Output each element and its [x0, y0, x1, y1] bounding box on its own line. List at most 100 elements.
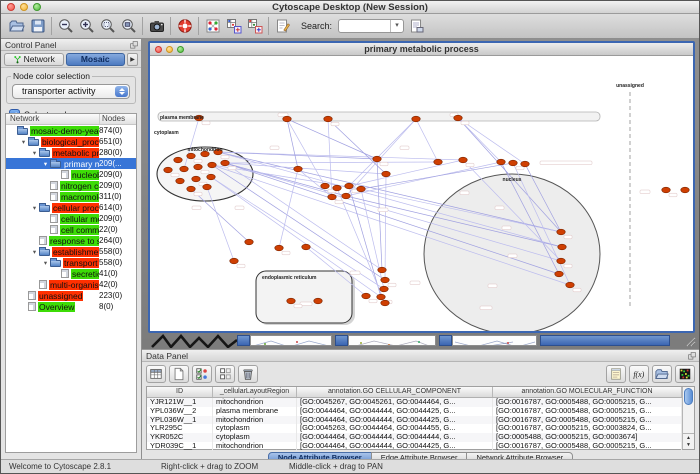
network-node[interactable] [192, 176, 200, 182]
scroll-up-icon[interactable]: ▲ [686, 435, 691, 442]
network-node[interactable] [230, 258, 238, 264]
network-node[interactable] [558, 244, 566, 250]
network-node[interactable] [345, 183, 353, 189]
tree-row[interactable]: macromolecule 311(0) [6, 191, 136, 202]
network-node[interactable] [287, 298, 295, 304]
network-edge[interactable] [218, 152, 463, 160]
vizmapper-icon[interactable] [202, 16, 223, 37]
tree-row[interactable]: unassigned 223(0) [6, 290, 136, 301]
network-node[interactable] [221, 160, 229, 166]
import-attributes-icon[interactable] [652, 365, 672, 383]
tree-row[interactable]: ▾ cellular process 614(0) [6, 202, 136, 213]
network-node[interactable] [328, 194, 336, 200]
float-icon[interactable] [687, 351, 697, 361]
network-node[interactable] [174, 157, 182, 163]
background-window-preview[interactable] [452, 335, 537, 346]
network-node[interactable] [380, 286, 388, 292]
zoom-fit-icon[interactable] [118, 16, 139, 37]
network-edge[interactable] [377, 159, 382, 270]
search-input[interactable] [341, 20, 389, 32]
network-node[interactable] [557, 258, 565, 264]
network-node[interactable] [412, 116, 420, 122]
tree-row[interactable]: multi-organism pro 42(0) [6, 279, 136, 290]
network-edge[interactable] [225, 162, 438, 163]
network-node[interactable] [180, 166, 188, 172]
app-titlebar[interactable]: Cytoscape Desktop (New Session) [1, 1, 699, 14]
network-edge[interactable] [287, 119, 298, 169]
annotation-icon[interactable] [272, 16, 293, 37]
tree-row[interactable]: secretion 41(0) [6, 268, 136, 279]
column-header-molecular-function[interactable]: annotation.GO MOLECULAR_FUNCTION [493, 387, 682, 397]
scroll-down-icon[interactable]: ▼ [686, 442, 691, 449]
disclosure-triangle-icon[interactable]: ▾ [41, 259, 50, 267]
network-edge[interactable] [349, 160, 463, 186]
clear-selection-icon[interactable] [215, 365, 235, 383]
table-row[interactable]: YPL036W__1 mitochondrion [GO:0044464, GO… [147, 416, 682, 425]
network-edge[interactable] [416, 119, 438, 162]
network-node[interactable] [208, 162, 216, 168]
tab-scroll-right-button[interactable]: ▶ [127, 53, 138, 66]
network-node[interactable] [434, 159, 442, 165]
background-window-preview[interactable] [348, 335, 436, 346]
table-row[interactable]: YPL036W__2 plasma membrane [GO:0044464, … [147, 407, 682, 416]
background-window-titlebar[interactable] [439, 335, 452, 346]
network-node[interactable] [381, 277, 389, 283]
background-window-preview[interactable] [250, 335, 332, 346]
network-node[interactable] [321, 183, 329, 189]
tree-row[interactable]: ▾ biological_process 651(0) [6, 136, 136, 147]
network-node[interactable] [203, 184, 211, 190]
network-canvas[interactable]: plasma membranecytoplasmmitochondrionnuc… [150, 56, 693, 331]
network-node[interactable] [662, 187, 670, 193]
select-attributes-icon[interactable] [192, 365, 212, 383]
network-node[interactable] [555, 271, 563, 277]
resize-grip-icon[interactable] [685, 336, 696, 347]
node-color-attribute-select[interactable]: transporter activity [12, 84, 130, 99]
tree-row[interactable]: ▾ transport 558(0) [6, 257, 136, 268]
network-edge[interactable] [385, 174, 386, 280]
delete-attribute-icon[interactable] [238, 365, 258, 383]
open-icon[interactable] [6, 16, 27, 37]
tree-row[interactable]: response to stimul 264(0) [6, 235, 136, 246]
network-node[interactable] [362, 293, 370, 299]
column-header-region[interactable]: _cellularLayoutRegion [213, 387, 297, 397]
table-scrollbar[interactable]: ▲ ▼ [682, 387, 694, 449]
network-node[interactable] [176, 178, 184, 184]
network-node[interactable] [164, 167, 172, 173]
network-node[interactable] [207, 174, 215, 180]
background-window-titlebar[interactable] [540, 335, 670, 346]
column-header-id[interactable]: ID [147, 387, 213, 397]
tree-row[interactable]: ▾ primary metabo 209(... [6, 158, 136, 169]
network-node[interactable] [373, 156, 381, 162]
network-node[interactable] [509, 160, 517, 166]
column-header-cellular-component[interactable]: annotation.GO CELLULAR_COMPONENT [297, 387, 493, 397]
background-window-titlebar[interactable] [237, 335, 250, 346]
table-row[interactable]: YLR295C cytoplasm [GO:0045263, GO:004446… [147, 424, 682, 433]
network-node[interactable] [302, 244, 310, 250]
formula-icon[interactable]: f(x) [629, 365, 649, 383]
network-node[interactable] [454, 115, 462, 121]
tree-row[interactable]: nitrogen compo 209(0) [6, 180, 136, 191]
tab-mosaic[interactable]: Mosaic [66, 53, 126, 66]
network-node[interactable] [681, 187, 689, 193]
network-node[interactable] [333, 185, 341, 191]
tree-row[interactable]: mosaic-demo-yeast 874(0) [6, 125, 136, 136]
search-config-icon[interactable] [406, 16, 427, 37]
table-import-a-icon[interactable] [223, 16, 244, 37]
network-node[interactable] [557, 229, 565, 235]
disclosure-triangle-icon[interactable]: ▾ [30, 248, 39, 256]
tree-row[interactable]: ▾ establishment of lo 558(0) [6, 246, 136, 257]
tree-row[interactable]: ▾ metabolic process 280(0) [6, 147, 136, 158]
new-attribute-icon[interactable] [169, 365, 189, 383]
disclosure-triangle-icon[interactable]: ▾ [41, 160, 50, 168]
network-node[interactable] [357, 186, 365, 192]
tree-row[interactable]: Overview 8(0) [6, 301, 136, 312]
table-row[interactable]: YDR039C__1 mitochondrion [GO:0044464, GO… [147, 442, 682, 451]
network-edge[interactable] [225, 163, 382, 270]
scrollbar-thumb[interactable] [684, 388, 693, 405]
heatmap-icon[interactable] [675, 365, 695, 383]
save-icon[interactable] [27, 16, 48, 37]
network-node[interactable] [294, 166, 302, 172]
network-node[interactable] [187, 186, 195, 192]
network-view-window[interactable]: primary metabolic process plasma membran… [148, 41, 695, 333]
network-node[interactable] [497, 159, 505, 165]
